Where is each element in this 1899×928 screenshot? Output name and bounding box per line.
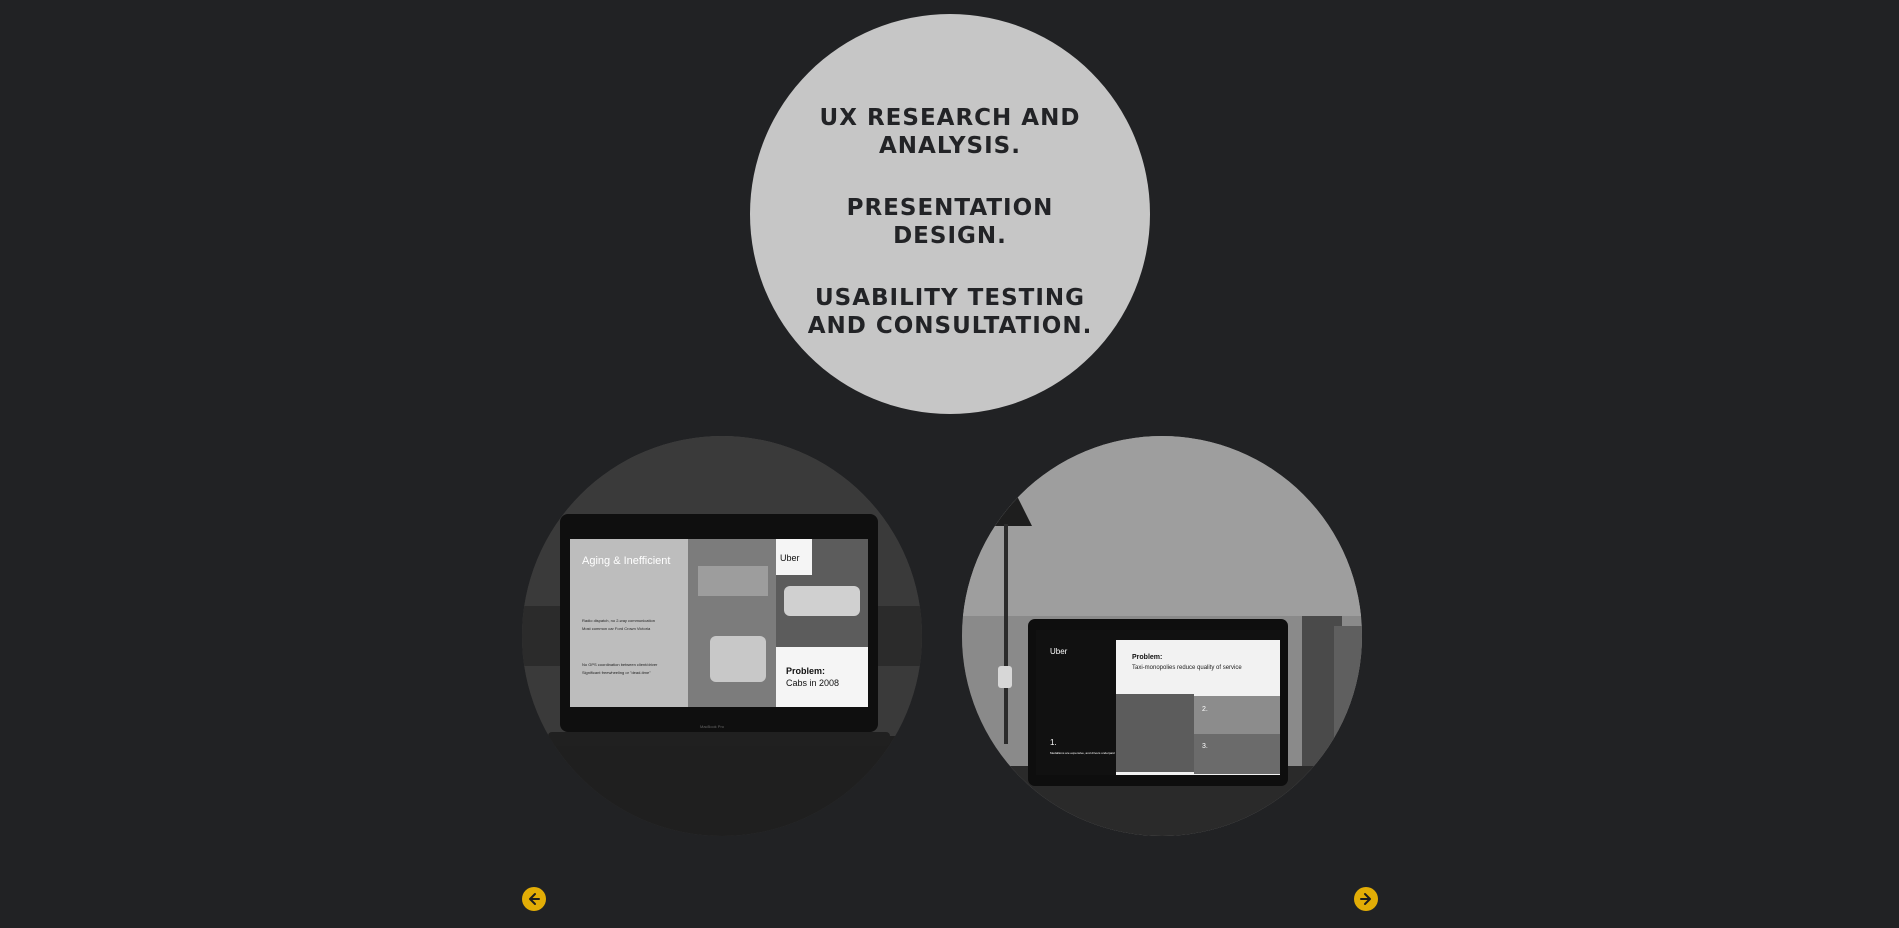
right-slide-step-2: 2.	[1202, 706, 1208, 713]
right-slide-brand: Uber	[1050, 647, 1068, 656]
arrow-right-icon	[1360, 893, 1371, 905]
right-slide-step-1: 1.	[1050, 738, 1057, 747]
service-usability-testing: USABILITY TESTING AND CONSULTATION.	[807, 285, 1093, 339]
left-slide-problem-text: Cabs in 2008	[786, 678, 839, 688]
right-slide-step-3: 3.	[1202, 743, 1208, 750]
laptop-photo-left: Aging & Inefficient Uber Radio dispatch,…	[522, 436, 922, 836]
gallery-image-right[interactable]: Uber Problem: Taxi-monopolies reduce qua…	[962, 436, 1362, 836]
left-slide-bullet-4: Significant freewheeling or "dead-time"	[582, 670, 651, 675]
left-laptop-brand: MacBook Pro	[700, 724, 725, 729]
right-slide-problem-title: Problem:	[1132, 654, 1162, 661]
left-slide-bullet-3: No GPS coordination between client/drive…	[582, 662, 658, 667]
left-slide-brand: Uber	[780, 553, 800, 563]
service-ux-research: UX RESEARCH AND ANALYSIS.	[819, 105, 1081, 159]
arrow-left-icon	[529, 893, 540, 905]
left-slide-bullet-2: Most common car Ford Crown Victoria	[582, 626, 651, 631]
left-slide-bullet-1: Radio dispatch, no 2-way communication	[582, 618, 655, 623]
services-circle: UX RESEARCH AND ANALYSIS. PRESENTATION D…	[750, 14, 1150, 414]
right-slide-problem-text: Taxi-monopolies reduce quality of servic…	[1132, 665, 1242, 671]
laptop-photo-right: Uber Problem: Taxi-monopolies reduce qua…	[962, 436, 1362, 836]
right-slide-step-1-text: Medallions are expensive, and drivers un…	[1050, 751, 1115, 755]
gallery-image-left[interactable]: Aging & Inefficient Uber Radio dispatch,…	[522, 436, 922, 836]
service-presentation-design: PRESENTATION DESIGN.	[846, 195, 1054, 249]
left-slide-heading: Aging & Inefficient	[582, 555, 670, 567]
carousel-prev-button[interactable]	[522, 887, 546, 911]
carousel-next-button[interactable]	[1354, 887, 1378, 911]
left-slide-problem-title: Problem:	[786, 666, 825, 676]
